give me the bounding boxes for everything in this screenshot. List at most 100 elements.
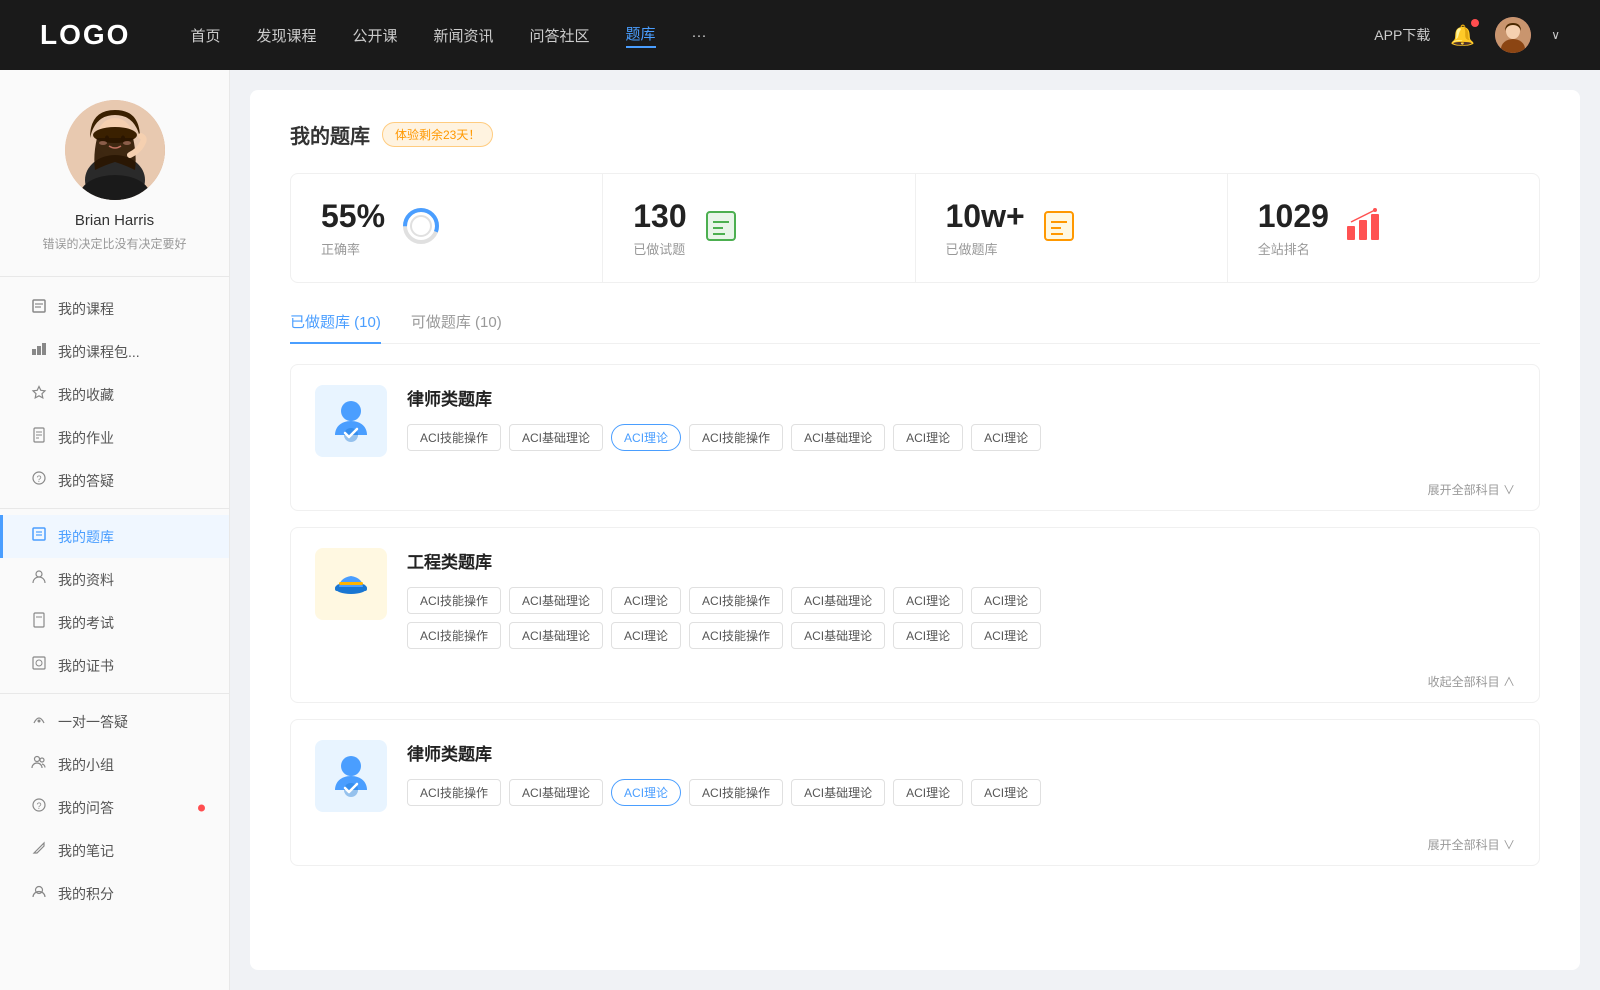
nav-more[interactable]: ··· [692, 27, 707, 44]
svg-text:?: ? [36, 801, 41, 811]
sidebar-divider-1 [0, 508, 229, 509]
sidebar-item-qbank[interactable]: 我的题库 [0, 515, 229, 558]
logo: LOGO [40, 19, 130, 51]
expand-link-1[interactable]: 展开全部科目 ∨ [291, 477, 1539, 510]
tag-1-6[interactable]: ACI理论 [893, 424, 963, 451]
tag-3-1[interactable]: ACI技能操作 [407, 779, 501, 806]
expand-link-3[interactable]: 展开全部科目 ∨ [291, 832, 1539, 865]
sidebar-item-certificate[interactable]: 我的证书 [0, 644, 229, 687]
stat-rank-label: 全站排名 [1258, 239, 1329, 258]
qbank-icon-lawyer-1 [315, 385, 387, 457]
qbank-tags-row1-2: ACI技能操作 ACI基础理论 ACI理论 ACI技能操作 ACI基础理论 AC… [407, 587, 1515, 614]
qbank-header-2: 工程类题库 ACI技能操作 ACI基础理论 ACI理论 ACI技能操作 ACI基… [291, 528, 1539, 669]
tag-1-1[interactable]: ACI技能操作 [407, 424, 501, 451]
nav-news[interactable]: 新闻资讯 [434, 25, 494, 46]
stat-done-questions-value: 130 [633, 198, 686, 235]
homework-icon [30, 427, 48, 448]
user-avatar-nav[interactable] [1495, 17, 1531, 53]
tag-2-4[interactable]: ACI技能操作 [689, 587, 783, 614]
qa-red-dot [198, 804, 205, 811]
qbank-list: 律师类题库 ACI技能操作 ACI基础理论 ACI理论 ACI技能操作 ACI基… [290, 364, 1540, 866]
sidebar-item-notes[interactable]: 我的笔记 [0, 829, 229, 872]
tag-1-3[interactable]: ACI理论 [611, 424, 681, 451]
nav-discover[interactable]: 发现课程 [256, 25, 316, 46]
tag-3-5[interactable]: ACI基础理论 [791, 779, 885, 806]
nav-qa[interactable]: 问答社区 [530, 25, 590, 46]
sidebar-label-profile: 我的资料 [58, 570, 114, 590]
sidebar-label-certificate: 我的证书 [58, 656, 114, 676]
tag-2-14[interactable]: ACI理论 [971, 622, 1041, 649]
tag-2-13[interactable]: ACI理论 [893, 622, 963, 649]
sidebar-item-profile[interactable]: 我的资料 [0, 558, 229, 601]
sidebar-label-exam: 我的考试 [58, 613, 114, 633]
stat-done-questions: 130 已做试题 [603, 174, 915, 282]
sidebar-item-qa[interactable]: ? 我的答疑 [0, 459, 229, 502]
notification-bell[interactable]: 🔔 [1450, 23, 1475, 48]
stat-done-banks-info: 10w+ 已做题库 [946, 198, 1025, 258]
sidebar-item-points[interactable]: 我的积分 [0, 872, 229, 915]
sidebar-label-qbank: 我的题库 [58, 527, 114, 547]
sidebar-item-my-courses[interactable]: 我的课程 [0, 287, 229, 330]
nav-open-course[interactable]: 公开课 [352, 25, 397, 46]
qbank-header-3: 律师类题库 ACI技能操作 ACI基础理论 ACI理论 ACI技能操作 ACI基… [291, 720, 1539, 832]
tag-2-3[interactable]: ACI理论 [611, 587, 681, 614]
sidebar-item-homework[interactable]: 我的作业 [0, 416, 229, 459]
tag-3-2[interactable]: ACI基础理论 [509, 779, 603, 806]
tag-1-2[interactable]: ACI基础理论 [509, 424, 603, 451]
tag-1-7[interactable]: ACI理论 [971, 424, 1041, 451]
sidebar-label-my-courses: 我的课程 [58, 299, 114, 319]
tag-2-5[interactable]: ACI基础理论 [791, 587, 885, 614]
tag-2-7[interactable]: ACI理论 [971, 587, 1041, 614]
tag-2-11[interactable]: ACI技能操作 [689, 622, 783, 649]
sidebar-label-my-qa: 我的问答 [58, 798, 114, 818]
sidebar-label-tutor: 一对一答疑 [58, 712, 128, 732]
user-dropdown-arrow[interactable]: ∨ [1551, 28, 1560, 42]
tag-2-6[interactable]: ACI理论 [893, 587, 963, 614]
tag-2-2[interactable]: ACI基础理论 [509, 587, 603, 614]
qbank-tags-row1-3: ACI技能操作 ACI基础理论 ACI理论 ACI技能操作 ACI基础理论 AC… [407, 779, 1515, 806]
stat-done-questions-label: 已做试题 [633, 239, 686, 258]
tag-2-12[interactable]: ACI基础理论 [791, 622, 885, 649]
tag-3-7[interactable]: ACI理论 [971, 779, 1041, 806]
expand-link-2[interactable]: 收起全部科目 ∧ [291, 669, 1539, 702]
sidebar-label-qa: 我的答疑 [58, 471, 114, 491]
notification-badge [1471, 19, 1479, 27]
sidebar-item-my-qa[interactable]: ? 我的问答 [0, 786, 229, 829]
tag-1-5[interactable]: ACI基础理论 [791, 424, 885, 451]
sidebar-item-exam[interactable]: 我的考试 [0, 601, 229, 644]
profile-icon [30, 569, 48, 590]
tag-3-6[interactable]: ACI理论 [893, 779, 963, 806]
sidebar-item-course-package[interactable]: 我的课程包... [0, 330, 229, 373]
sidebar-menu: 我的课程 我的课程包... 我的收藏 我的作业 [0, 277, 229, 925]
app-download-link[interactable]: APP下载 [1374, 25, 1430, 45]
tag-2-1[interactable]: ACI技能操作 [407, 587, 501, 614]
sidebar-divider-2 [0, 693, 229, 694]
tag-2-8[interactable]: ACI技能操作 [407, 622, 501, 649]
tab-done[interactable]: 已做题库 (10) [290, 311, 381, 344]
sidebar-label-points: 我的积分 [58, 884, 114, 904]
group-icon [30, 754, 48, 775]
qbank-title-3: 律师类题库 [407, 740, 1515, 765]
tag-3-3[interactable]: ACI理论 [611, 779, 681, 806]
sidebar-item-group[interactable]: 我的小组 [0, 743, 229, 786]
tab-bar: 已做题库 (10) 可做题库 (10) [290, 311, 1540, 344]
nav-qbank[interactable]: 题库 [626, 23, 656, 48]
points-icon [30, 883, 48, 904]
qbank-tags-row1-1: ACI技能操作 ACI基础理论 ACI理论 ACI技能操作 ACI基础理论 AC… [407, 424, 1515, 451]
sidebar-item-tutor[interactable]: 一对一答疑 [0, 700, 229, 743]
exam-icon [30, 612, 48, 633]
tag-3-4[interactable]: ACI技能操作 [689, 779, 783, 806]
qbank-tags-row2-2: ACI技能操作 ACI基础理论 ACI理论 ACI技能操作 ACI基础理论 AC… [407, 622, 1515, 649]
qbank-card-2: 工程类题库 ACI技能操作 ACI基础理论 ACI理论 ACI技能操作 ACI基… [290, 527, 1540, 703]
tag-2-10[interactable]: ACI理论 [611, 622, 681, 649]
nav-home[interactable]: 首页 [190, 25, 220, 46]
sidebar-label-homework: 我的作业 [58, 428, 114, 448]
tag-2-9[interactable]: ACI基础理论 [509, 622, 603, 649]
tag-1-4[interactable]: ACI技能操作 [689, 424, 783, 451]
certificate-icon [30, 655, 48, 676]
tab-todo[interactable]: 可做题库 (10) [411, 311, 502, 344]
sidebar-item-favorites[interactable]: 我的收藏 [0, 373, 229, 416]
favorites-icon [30, 384, 48, 405]
qbank-icon-lawyer-3 [315, 740, 387, 812]
stats-row: 55% 正确率 130 已做试题 [290, 173, 1540, 283]
